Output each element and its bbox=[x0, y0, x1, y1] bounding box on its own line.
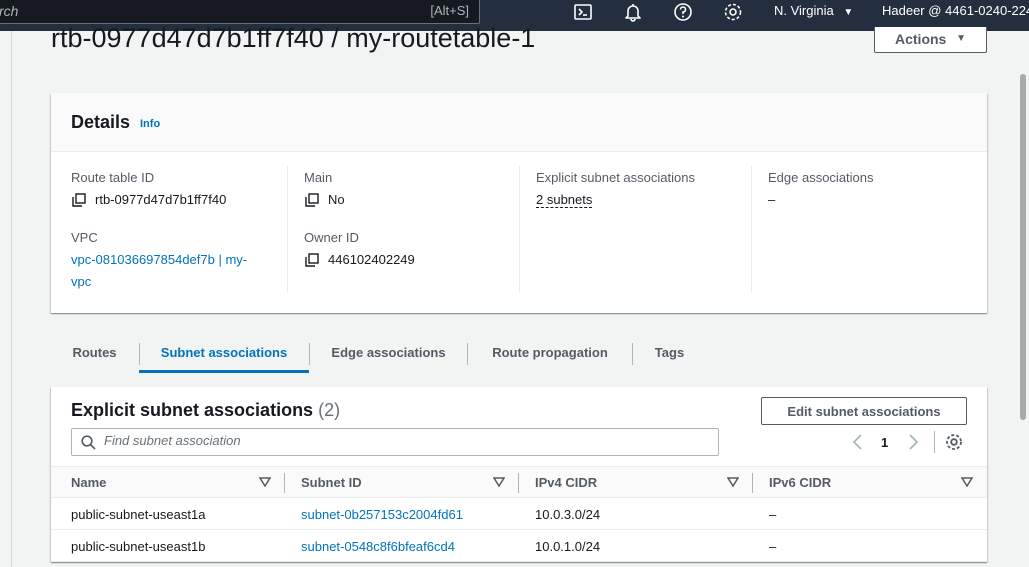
vpc-link-line1: vpc-081036697854def7b | my- bbox=[71, 252, 248, 267]
owner-id-label: Owner ID bbox=[304, 230, 359, 245]
help-icon[interactable] bbox=[673, 2, 693, 22]
tab-routes[interactable]: Routes bbox=[51, 337, 138, 373]
table-header: Name Subnet ID IPv4 CIDR IPv6 CIDR bbox=[51, 466, 987, 498]
cell-name: public-subnet-useast1b bbox=[71, 539, 206, 554]
search-icon bbox=[81, 435, 96, 450]
main-value: No bbox=[328, 192, 345, 207]
cell-ipv6-cidr: – bbox=[769, 539, 777, 554]
sort-icon[interactable] bbox=[727, 476, 739, 488]
scrollbar[interactable] bbox=[1020, 74, 1026, 420]
copy-icon[interactable] bbox=[72, 193, 86, 207]
route-table-id-value: rtb-0977d47d7b1ff7f40 bbox=[95, 192, 227, 207]
sort-icon[interactable] bbox=[493, 476, 505, 488]
copy-icon[interactable] bbox=[305, 253, 319, 267]
cell-ipv6-cidr: – bbox=[769, 507, 777, 522]
settings-gear-icon[interactable] bbox=[723, 2, 743, 22]
explicit-subnet-associations-value[interactable]: 2 subnets bbox=[536, 192, 593, 208]
vpc-link-line2: vpc bbox=[71, 274, 92, 289]
cell-subnet-id-link[interactable]: subnet-0548c8f6bfeaf6cd4 bbox=[301, 539, 455, 554]
tab-edge-associations[interactable]: Edge associations bbox=[310, 337, 467, 373]
info-link[interactable]: Info bbox=[140, 118, 160, 130]
main-label: Main bbox=[304, 170, 333, 185]
column-divider[interactable] bbox=[284, 473, 285, 493]
page-number[interactable]: 1 bbox=[881, 435, 888, 450]
table-count: (2) bbox=[318, 400, 341, 420]
table-row: public-subnet-useast1a subnet-0b257153c2… bbox=[51, 498, 987, 530]
edit-subnet-associations-button[interactable]: Edit subnet associations bbox=[761, 397, 967, 425]
route-table-id-label: Route table ID bbox=[71, 170, 155, 185]
column-divider bbox=[519, 166, 520, 293]
table-title-text: Explicit subnet associations bbox=[71, 400, 314, 420]
account-menu[interactable]: Hadeer @ 4461-0240-2249 bbox=[882, 3, 1029, 18]
table-settings-gear-icon[interactable] bbox=[944, 432, 964, 452]
sort-icon[interactable] bbox=[259, 476, 271, 488]
actions-label: Actions bbox=[895, 31, 947, 47]
tab-subnet-associations[interactable]: Subnet associations bbox=[139, 337, 309, 373]
region-label: N. Virginia bbox=[774, 3, 834, 18]
column-header-ipv6-cidr[interactable]: IPv6 CIDR bbox=[769, 475, 831, 490]
details-title: Details bbox=[71, 112, 131, 132]
column-divider[interactable] bbox=[518, 473, 519, 493]
edge-associations-value: – bbox=[768, 192, 776, 207]
vpc-link[interactable]: vpc-081036697854def7b | my- vpc bbox=[71, 249, 281, 293]
tab-tags[interactable]: Tags bbox=[633, 337, 706, 373]
explicit-subnet-associations-label: Explicit subnet associations bbox=[536, 170, 695, 185]
pager-separator bbox=[934, 431, 935, 453]
region-selector[interactable]: N. Virginia ▼ bbox=[774, 3, 853, 18]
owner-id-value: 446102402249 bbox=[328, 252, 415, 267]
details-panel: Details Info Route table ID rtb-0977d47d… bbox=[51, 93, 987, 313]
find-subnet-association-field[interactable] bbox=[71, 428, 719, 456]
subnet-associations-panel: Explicit subnet associations (2) Edit su… bbox=[51, 387, 987, 562]
search-shortcut-hint: [Alt+S] bbox=[430, 3, 469, 18]
edge-associations-label: Edge associations bbox=[768, 170, 874, 185]
cell-name: public-subnet-useast1a bbox=[71, 507, 206, 522]
caret-down-icon: ▼ bbox=[956, 33, 966, 44]
notifications-bell-icon[interactable] bbox=[623, 2, 643, 22]
cell-ipv4-cidr: 10.0.3.0/24 bbox=[535, 507, 601, 522]
details-header: Details Info bbox=[51, 93, 987, 152]
cloudshell-icon[interactable] bbox=[573, 2, 593, 22]
search-text: rch bbox=[0, 3, 19, 19]
tab-route-propagation[interactable]: Route propagation bbox=[468, 337, 632, 373]
column-header-name[interactable]: Name bbox=[71, 475, 106, 490]
global-search-input[interactable]: rch [Alt+S] bbox=[0, 0, 480, 24]
column-header-ipv4-cidr[interactable]: IPv4 CIDR bbox=[535, 475, 597, 490]
actions-button[interactable]: Actions ▼ bbox=[874, 27, 987, 53]
chevron-right-icon[interactable] bbox=[904, 431, 922, 453]
column-header-subnet-id[interactable]: Subnet ID bbox=[301, 475, 362, 490]
cell-subnet-id-link[interactable]: subnet-0b257153c2004fd61 bbox=[301, 507, 463, 522]
page-title: rtb-0977d47d7b1ff7f40 / my-routetable-1 bbox=[51, 23, 536, 53]
left-panel-border bbox=[11, 31, 12, 567]
sort-icon[interactable] bbox=[961, 476, 973, 488]
copy-icon[interactable] bbox=[305, 193, 319, 207]
table-title: Explicit subnet associations (2) bbox=[71, 400, 340, 421]
tab-bar: Routes Subnet associations Edge associat… bbox=[51, 337, 987, 373]
chevron-left-icon[interactable] bbox=[849, 431, 867, 453]
cell-ipv4-cidr: 10.0.1.0/24 bbox=[535, 539, 601, 554]
vpc-label: VPC bbox=[71, 230, 98, 245]
column-divider bbox=[751, 166, 752, 293]
column-divider[interactable] bbox=[752, 473, 753, 493]
find-subnet-association-input[interactable] bbox=[104, 433, 704, 448]
caret-down-icon: ▼ bbox=[843, 7, 854, 18]
table-row: public-subnet-useast1b subnet-0548c8f6bf… bbox=[51, 530, 987, 562]
column-divider bbox=[287, 166, 288, 293]
